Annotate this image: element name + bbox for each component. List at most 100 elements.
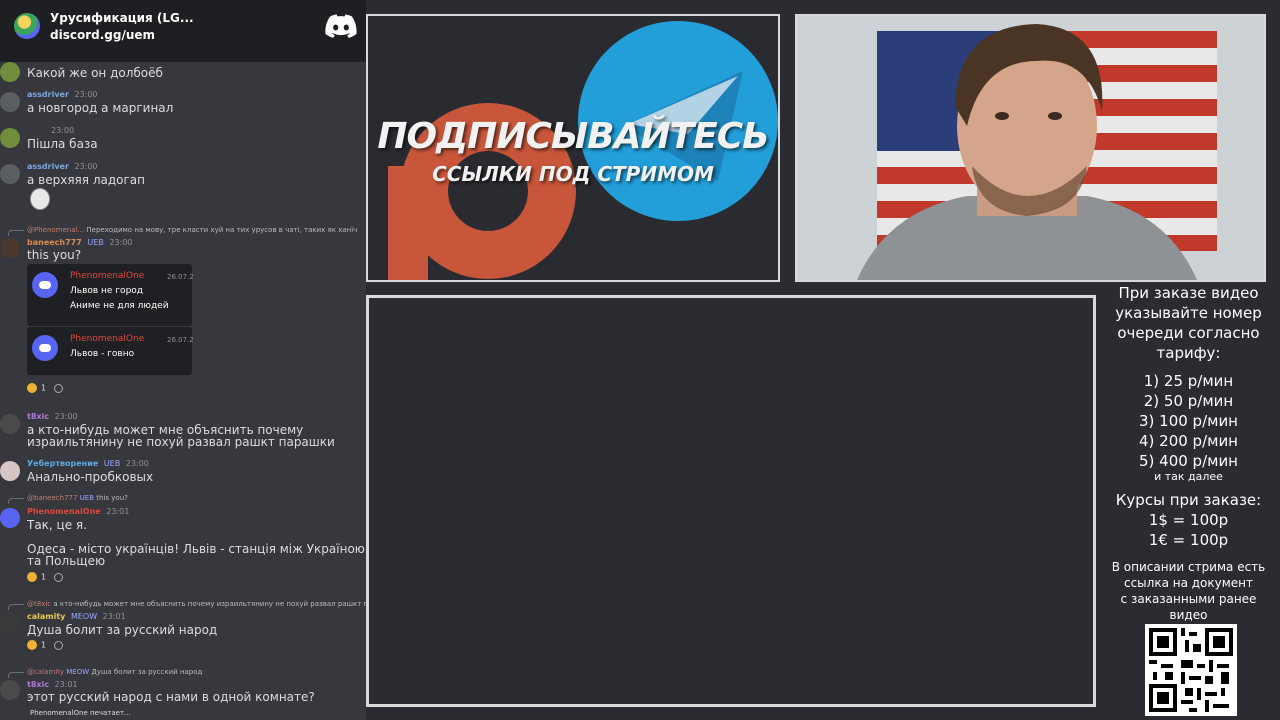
troll-face-sticker [30,188,50,210]
message-text: Пішла база [27,137,98,151]
timestamp: 23:01 [102,612,126,621]
timestamp: 23:00 [109,238,133,247]
emoji-icon [27,383,37,393]
user-avatar [0,92,20,112]
message-meta: assdriver 23:00 [27,90,98,99]
image-embed[interactable]: PhenomenalOne 26.07.2 Львов - говно [27,327,194,375]
message-meta: calamity MEOW 23:01 [27,612,126,621]
message-meta: assdriver 23:00 [27,162,98,171]
user-avatar [0,62,20,82]
timestamp: 23:00 [74,90,98,99]
order-note-line: тарифу: [1156,344,1221,362]
message-meta: 23:00 [48,126,74,135]
webcam-feed [795,14,1266,282]
embed-username: PhenomenalOne [70,271,145,281]
typing-indicator: PhenomenalOne печатает... [30,709,131,717]
username[interactable]: assdriver [27,162,69,171]
reply-preview[interactable]: @Phenomenal... Переходимо на мову, тре к… [27,226,357,234]
rate-line: 1$ = 100р [1148,511,1229,529]
message-text: израильтянину не похуй развал рашкт пара… [27,435,335,449]
server-invite[interactable]: discord.gg/uem [50,28,155,42]
add-reaction-icon[interactable] [54,640,64,650]
image-embed[interactable]: PhenomenalOne 26.07.2 Львов не город Ани… [27,264,194,326]
reply-connector [8,672,24,678]
emoji-icon [27,572,37,582]
message-meta: baneech777 UEB 23:00 [27,238,132,247]
add-reaction-icon[interactable] [54,572,64,582]
order-info-panel: При заказе видео указывайте номер очеред… [1097,282,1280,720]
embed-date: 26.07.2 [167,336,194,344]
message-text: this you? [27,248,82,262]
server-header: Урусификация (LG... discord.gg/uem [0,0,366,62]
role-badge: MEOW [70,612,98,621]
message-text: Анально-пробковых [27,470,154,484]
message-text: Так, це я. [27,518,87,532]
timestamp: 23:00 [74,162,98,171]
reply-preview[interactable]: @t8xic а кто-нибудь может мне объяснить … [27,600,366,608]
order-note-line: очереди согласно [1117,324,1260,342]
order-note-line: указывайте номер [1115,304,1262,322]
username[interactable]: PhenomenalOne [27,507,101,516]
timestamp: 23:00 [51,126,75,135]
reaction[interactable]: 1 [27,383,64,393]
username[interactable]: t8xic [27,412,49,421]
subscribe-promo-panel: ПОДПИСЫВАЙТЕСЬ ССЫЛКИ ПОД СТРИМОМ [366,14,780,282]
server-avatar [14,13,40,39]
message-meta: PhenomenalOne 23:01 [27,507,129,516]
message-text: этот русский народ с нами в одной комнат… [27,690,315,704]
tariff-line: 4) 200 р/мин [1138,432,1238,450]
username[interactable]: baneech777 [27,238,82,247]
timestamp: 23:00 [125,459,149,468]
webcam-image [797,16,1264,280]
doc-note-line: видео [1169,608,1208,622]
video-player-area [366,295,1096,707]
doc-note-line: В описании стрима есть [1111,560,1266,574]
discord-avatar-icon [32,335,58,361]
user-avatar [0,414,20,434]
order-note-line: При заказе видео [1118,284,1259,302]
message-text: а верхяяя ладогап [27,173,145,187]
emoji-icon [27,640,37,650]
add-reaction-icon[interactable] [54,383,64,393]
reply-connector [8,498,24,504]
username[interactable]: Уебертворение [27,459,98,468]
rates-title: Курсы при заказе: [1115,491,1262,509]
message-text: та Польщею [27,554,106,568]
user-avatar [0,680,20,700]
username[interactable]: t8xic [27,680,49,689]
user-avatar [0,128,20,148]
discord-logo-icon [325,14,357,38]
tariff-line: 2) 50 р/мин [1143,392,1234,410]
reply-preview[interactable]: @calamity MEOW Душа болит за русский нар… [27,668,202,676]
reaction[interactable]: 1 [27,572,64,582]
tariff-line: 3) 100 р/мин [1138,412,1238,430]
message-text: Какой же он долбоёб [27,66,163,80]
tariff-line: 5) 400 р/мин [1138,452,1238,470]
reply-preview[interactable]: @baneech777 UEB this you? [27,494,128,502]
message-meta: t8xic 23:00 [27,412,78,421]
embed-line: Аниме не для людей [70,301,169,311]
tariff-etc: и так далее [1154,470,1223,483]
user-avatar [0,508,20,528]
embed-date: 26.07.2 [167,273,194,281]
doc-note-line: с заказанными ранее [1120,592,1257,606]
reaction[interactable]: 1 [27,640,64,650]
embed-line: Львов - говно [70,349,135,359]
promo-title: ПОДПИСЫВАЙТЕСЬ [377,116,769,157]
role-badge: UEB [103,459,121,468]
reply-connector [8,604,24,610]
qr-code-icon [1145,624,1237,716]
user-avatar [0,238,20,258]
server-name: Урусификация (LG... [50,11,194,25]
role-badge: UEB [87,238,104,247]
discord-chat-overlay: Урусификация (LG... discord.gg/uem Какой… [0,0,366,720]
timestamp: 23:01 [54,680,78,689]
message-meta: Уебертворение UEB 23:00 [27,459,149,468]
username[interactable]: assdriver [27,90,69,99]
doc-note-line: ссылка на документ [1123,576,1254,590]
user-avatar [0,612,20,632]
user-avatar [0,164,20,184]
username[interactable]: calamity [27,612,65,621]
user-avatar [0,461,20,481]
embed-username: PhenomenalOne [70,334,145,344]
